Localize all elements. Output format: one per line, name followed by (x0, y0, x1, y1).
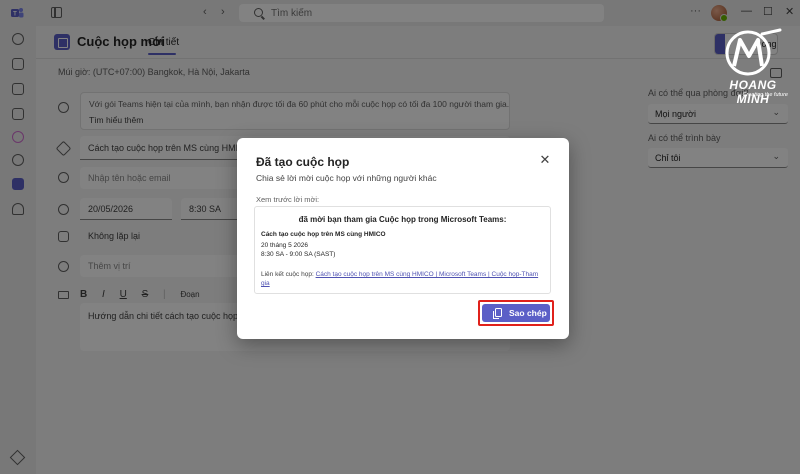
invitation-preview: đã mời bạn tham gia Cuộc họp trong Micro… (254, 206, 551, 294)
preview-label: Xem trước lời mời: (256, 195, 320, 204)
hoang-minh-mark-icon (725, 28, 782, 76)
copy-icon (493, 308, 502, 319)
preview-link-line: Liên kết cuộc họp: Cách tạo cuộc họp trê… (261, 270, 546, 288)
copy-button-label: Sao chép (509, 308, 547, 318)
preview-date: 20 tháng 5 2026 (261, 242, 308, 249)
preview-time: 8:30 SA - 9:00 SA (SAST) (261, 251, 336, 258)
hoang-minh-logo: HOANG MINH Creating the future (718, 28, 788, 106)
meeting-created-dialog: Đã tạo cuộc họp ✕ Chia sẻ lời mời cuộc h… (237, 138, 569, 339)
dialog-title: Đã tạo cuộc họp (256, 155, 350, 169)
brand-tagline: Creating the future (742, 92, 788, 98)
copy-button[interactable]: Sao chép (482, 304, 550, 322)
link-prefix: Liên kết cuộc họp: (261, 271, 314, 278)
close-icon[interactable]: ✕ (538, 153, 552, 167)
preview-meeting-title: Cách tạo cuộc họp trên MS cùng HMICO (261, 231, 386, 238)
preview-heading: đã mời bạn tham gia Cuộc họp trong Micro… (298, 215, 507, 224)
dialog-subtitle: Chia sẻ lời mời cuộc họp với những người… (256, 173, 437, 183)
